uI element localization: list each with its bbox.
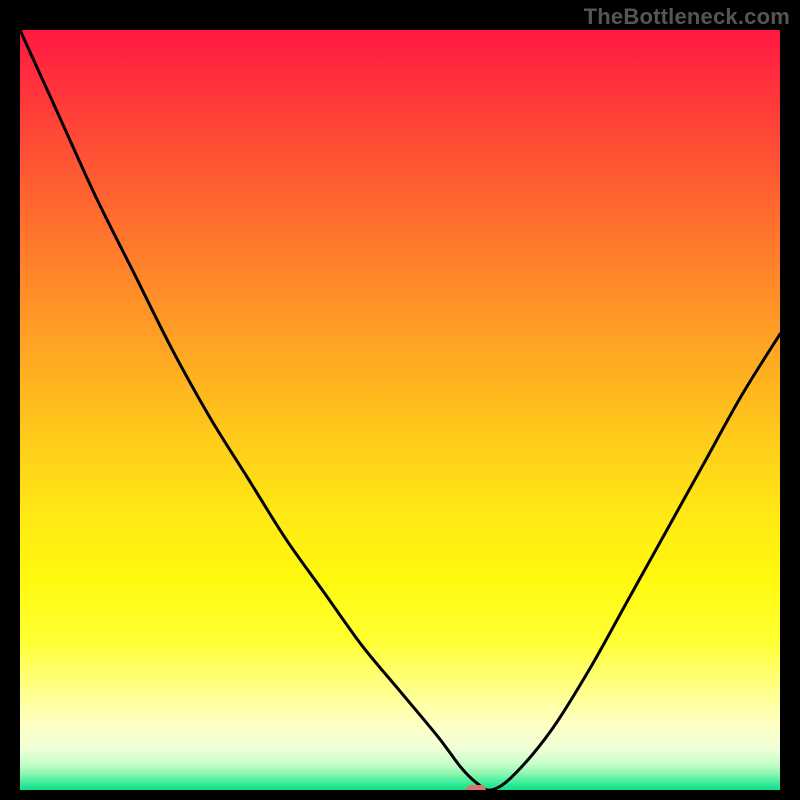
plot-area — [20, 30, 780, 790]
bottleneck-chart-svg — [20, 30, 780, 790]
watermark-text: TheBottleneck.com — [584, 4, 790, 30]
chart-container: TheBottleneck.com — [0, 0, 800, 800]
optimal-point-marker — [466, 785, 486, 790]
gradient-background — [20, 30, 780, 790]
